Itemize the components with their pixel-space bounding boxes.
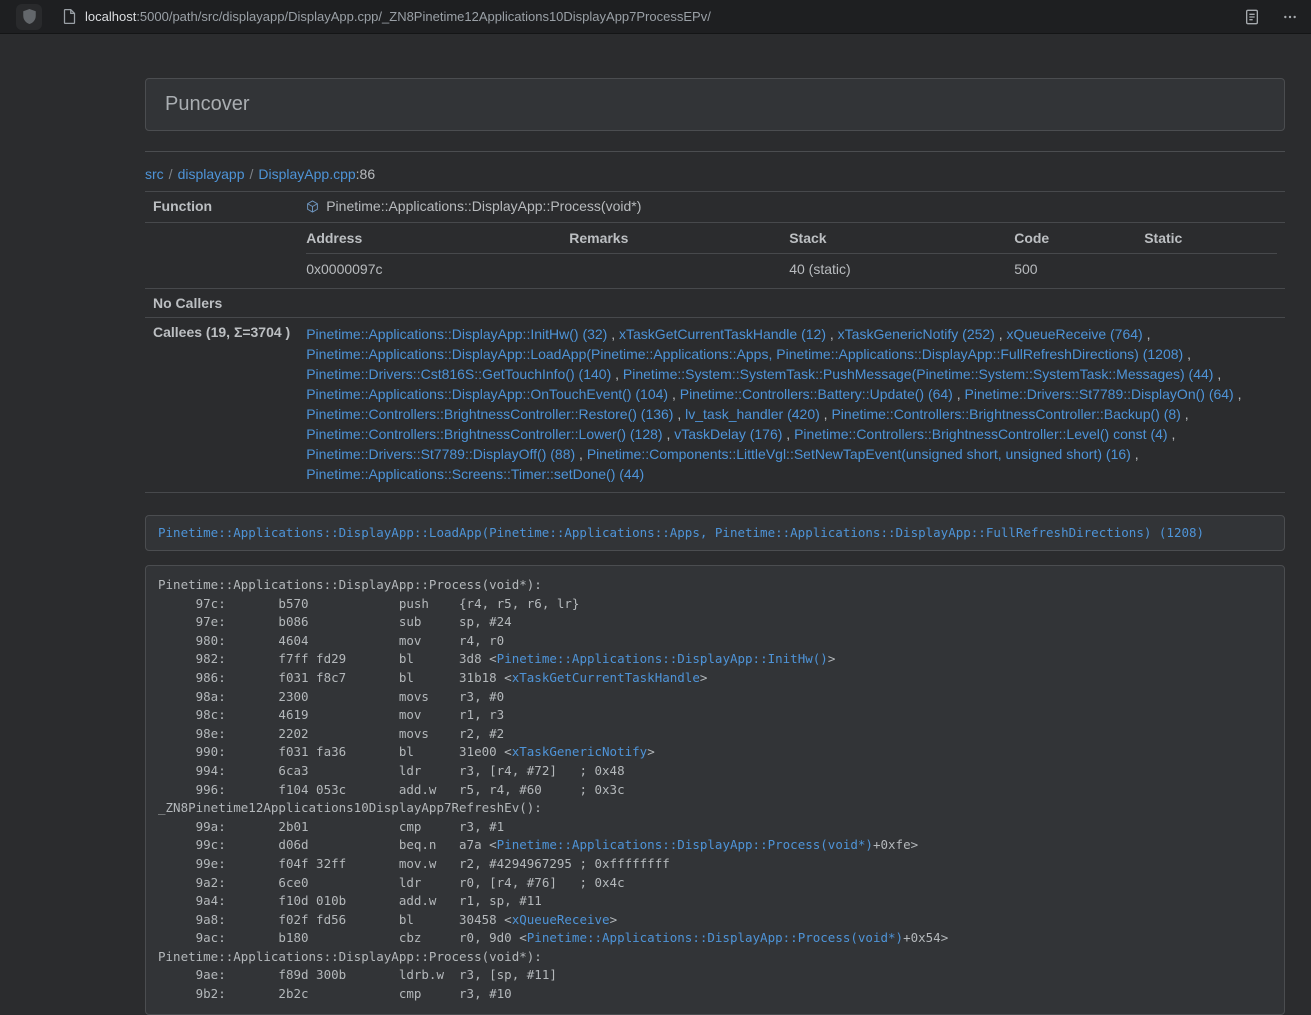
callee-link[interactable]: xTaskGenericNotify (252) [838,326,995,342]
callee-separator: , [1168,426,1176,442]
breadcrumb: src/displayapp/DisplayApp.cpp:86 [145,166,1285,182]
url-host: localhost [85,9,136,24]
callee-separator: , [1183,346,1191,362]
no-callers-row: No Callers [145,289,1285,318]
callee-link[interactable]: Pinetime::Controllers::BrightnessControl… [306,406,673,422]
stats-value-address: 0x0000097c [306,254,569,283]
callee-link[interactable]: Pinetime::Controllers::BrightnessControl… [831,406,1180,422]
shield-glyph [22,8,37,25]
callee-link[interactable]: Pinetime::Drivers::St7789::DisplayOn() (… [965,386,1234,402]
breadcrumb-line-number: :86 [356,166,375,182]
reader-view-icon[interactable] [1245,9,1259,25]
stats-value-stack: 40 (static) [789,254,1014,283]
symbol-link[interactable]: Pinetime::Applications::DisplayApp::Proc… [497,837,873,852]
stats-header-remarks: Remarks [569,229,789,254]
breadcrumb-link-src[interactable]: src [145,166,164,182]
stats-value-static [1144,254,1277,283]
callee-link[interactable]: Pinetime::Applications::Screens::Timer::… [306,466,644,482]
shield-icon[interactable] [16,4,42,30]
function-signature: Pinetime::Applications::DisplayApp::Proc… [326,198,641,214]
function-table: Function Pinetime::Applications::Display… [145,191,1285,493]
breadcrumb-link-file[interactable]: DisplayApp.cpp [258,166,355,182]
symbol-link[interactable]: xQueueReceive [512,912,610,927]
breadcrumb-link-displayapp[interactable]: displayapp [178,166,245,182]
stats-value-remarks [569,254,789,283]
callee-separator: , [607,326,619,342]
callee-separator: , [782,426,794,442]
selected-callee-panel: Pinetime::Applications::DisplayApp::Load… [145,515,1285,551]
stats-row: Address Remarks Stack Code Static 0x0000… [145,223,1285,289]
callee-link[interactable]: Pinetime::Drivers::Cst816S::GetTouchInfo… [306,366,611,382]
stats-header-stack: Stack [789,229,1014,254]
callee-separator: , [1143,326,1151,342]
breadcrumb-separator: / [169,166,173,182]
no-callers-label: No Callers [145,289,298,318]
symbol-link[interactable]: Pinetime::Applications::DisplayApp::Proc… [527,930,903,945]
callee-separator: , [1181,406,1189,422]
callees-row: Callees (19, Σ=3704 ) Pinetime::Applicat… [145,318,1285,493]
symbol-link[interactable]: xTaskGetCurrentTaskHandle [512,670,700,685]
url-path: :5000/path/src/displayapp/DisplayApp.cpp… [136,9,711,24]
function-cube-icon [306,200,319,216]
callee-link[interactable]: Pinetime::Applications::DisplayApp::Init… [306,326,607,342]
callee-link[interactable]: Pinetime::Controllers::BrightnessControl… [794,426,1167,442]
callee-link[interactable]: vTaskDelay (176) [674,426,782,442]
divider [145,151,1285,152]
callee-separator: , [663,426,675,442]
callee-separator: , [668,386,680,402]
callee-separator: , [575,446,587,462]
callee-separator: , [1213,366,1221,382]
function-label: Function [145,192,298,223]
stats-table: Address Remarks Stack Code Static 0x0000… [306,229,1277,282]
page-icon [63,9,76,24]
callees-label: Callees (19, Σ=3704 ) [145,318,298,493]
callee-link[interactable]: lv_task_handler (420) [685,406,820,422]
callee-link[interactable]: Pinetime::System::SystemTask::PushMessag… [623,366,1214,382]
callee-link[interactable]: Pinetime::Applications::DisplayApp::Load… [306,346,1183,362]
callee-separator: , [826,326,838,342]
function-row: Function Pinetime::Applications::Display… [145,192,1285,223]
callee-separator: , [673,406,685,422]
stats-header-address: Address [306,229,569,254]
app-title[interactable]: Puncover [165,93,250,115]
url-bar[interactable]: localhost:5000/path/src/displayapp/Displ… [85,9,1245,24]
app-header: Puncover [145,78,1285,131]
stats-value-code: 500 [1014,254,1144,283]
stats-header-static: Static [1144,229,1277,254]
callee-separator: , [1234,386,1242,402]
callee-link[interactable]: xTaskGetCurrentTaskHandle (12) [619,326,826,342]
breadcrumb-separator: / [250,166,254,182]
callees-list: Pinetime::Applications::DisplayApp::Init… [298,318,1285,493]
callee-link[interactable]: Pinetime::Drivers::St7789::DisplayOff() … [306,446,575,462]
page-container: Puncover src/displayapp/DisplayApp.cpp:8… [145,34,1285,1015]
callee-link[interactable]: Pinetime::Controllers::BrightnessControl… [306,426,662,442]
callee-separator: , [1131,446,1139,462]
callee-link[interactable]: xQueueReceive (764) [1007,326,1143,342]
callee-separator: , [611,366,623,382]
browser-toolbar: localhost:5000/path/src/displayapp/Displ… [0,0,1311,34]
stats-header-code: Code [1014,229,1144,254]
overflow-menu-icon[interactable] [1282,9,1298,25]
callee-link[interactable]: Pinetime::Components::LittleVgl::SetNewT… [587,446,1131,462]
callee-separator: , [820,406,832,422]
symbol-link[interactable]: xTaskGenericNotify [512,744,647,759]
disassembly-block: Pinetime::Applications::DisplayApp::Proc… [145,565,1285,1015]
selected-callee-link[interactable]: Pinetime::Applications::DisplayApp::Load… [158,525,1204,540]
callee-link[interactable]: Pinetime::Controllers::Battery::Update()… [680,386,953,402]
callee-separator: , [995,326,1007,342]
symbol-link[interactable]: Pinetime::Applications::DisplayApp::Init… [497,651,828,666]
callee-separator: , [953,386,965,402]
toolbar-actions [1245,9,1298,25]
callee-link[interactable]: Pinetime::Applications::DisplayApp::OnTo… [306,386,668,402]
